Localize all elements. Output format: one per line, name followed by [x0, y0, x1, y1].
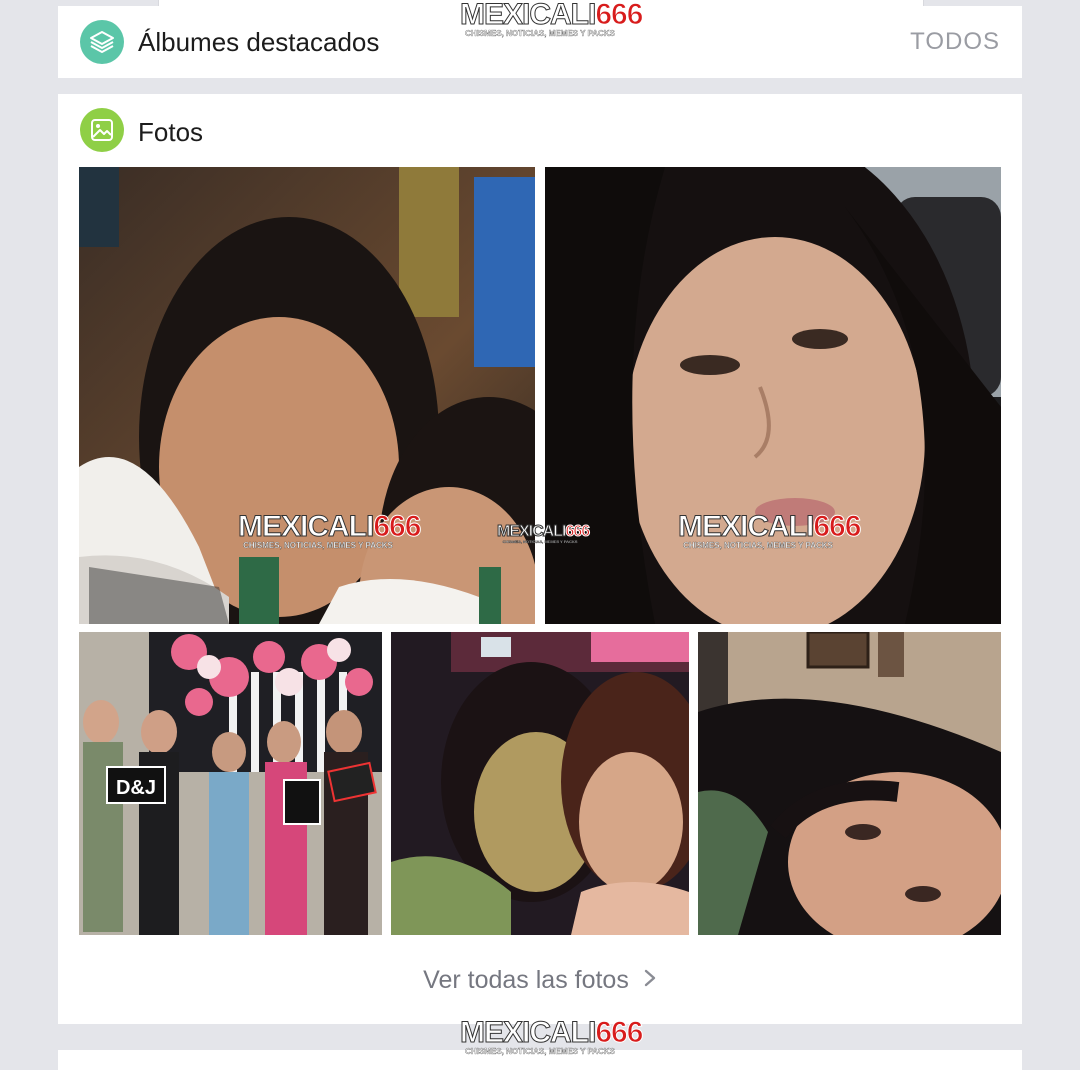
see-all-photos-label: Ver todas las fotos	[423, 966, 629, 994]
photo-2[interactable]	[545, 167, 1001, 624]
svg-text:D&J: D&J	[116, 777, 156, 799]
see-all-albums-link[interactable]: TODOS	[910, 28, 1000, 56]
photo-1[interactable]	[79, 167, 535, 624]
chevron-right-icon	[643, 966, 657, 995]
photos-card: Fotos D&J MEXICALI666 CHISMES, NOTICIAS,…	[58, 94, 1022, 1024]
featured-albums-card: Álbumes destacados TODOS	[58, 6, 1022, 78]
image-icon	[80, 108, 124, 152]
photo-3[interactable]: D&J	[79, 632, 382, 935]
featured-albums-title: Álbumes destacados	[138, 27, 380, 57]
next-card-edge	[58, 1050, 1022, 1070]
layers-icon	[80, 20, 124, 64]
photo-5[interactable]	[698, 632, 1001, 935]
photos-title: Fotos	[138, 117, 204, 147]
see-all-photos-link[interactable]: Ver todas las fotos	[58, 966, 1022, 995]
photo-4[interactable]	[391, 632, 689, 935]
